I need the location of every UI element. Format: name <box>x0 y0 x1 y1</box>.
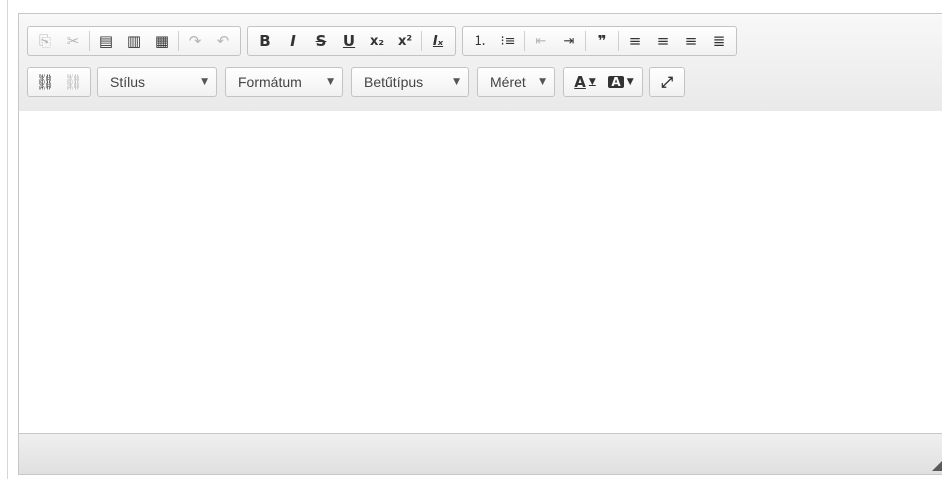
unlink-icon[interactable]: ⛓ <box>60 69 86 95</box>
superscript-icon[interactable]: x² <box>392 28 418 54</box>
outdent-icon[interactable]: ⇤ <box>528 28 554 54</box>
remove-format-icon[interactable]: Iₓ <box>425 28 451 54</box>
maximize-icon[interactable]: ⤢ <box>654 69 680 95</box>
page-divider-line <box>7 0 8 479</box>
underline-icon[interactable]: U <box>336 28 362 54</box>
editor-content-area[interactable] <box>19 111 942 436</box>
format-dropdown-label: Formátum <box>238 74 302 90</box>
font-dropdown[interactable]: Betűtípus ▼ <box>351 67 469 97</box>
numbered-list-icon[interactable]: ⒈ <box>467 28 493 54</box>
editor-bottom-bar <box>19 433 942 474</box>
text-color-icon[interactable]: A ▼ <box>568 69 602 95</box>
links-group: ⛓ ⛓ <box>27 67 91 97</box>
resize-handle-icon[interactable] <box>932 459 942 471</box>
size-dropdown[interactable]: Méret ▼ <box>477 67 555 97</box>
font-dropdown-label: Betűtípus <box>364 74 424 90</box>
toolbar-separator <box>524 31 525 51</box>
chevron-down-icon: ▼ <box>453 77 460 87</box>
toolbar-row-1: ⎘ ✂ ▤ ▥ ▦ ↷ ↶ B I S U x₂ x² Iₓ ⒈ ⁝≡ ⇤ ⇥ … <box>27 26 743 56</box>
justify-icon[interactable]: ≣ <box>706 28 732 54</box>
paste-as-text-icon[interactable]: ▦ <box>149 28 175 54</box>
style-dropdown[interactable]: Stílus ▼ <box>97 67 217 97</box>
cut-icon[interactable]: ✂ <box>60 28 86 54</box>
bold-icon[interactable]: B <box>252 28 278 54</box>
toolbar-separator <box>178 31 179 51</box>
italic-icon[interactable]: I <box>280 28 306 54</box>
toolbar-separator <box>421 31 422 51</box>
size-dropdown-label: Méret <box>490 74 526 90</box>
indent-icon[interactable]: ⇥ <box>556 28 582 54</box>
subscript-icon[interactable]: x₂ <box>364 28 390 54</box>
blockquote-icon[interactable]: ❞ <box>589 28 615 54</box>
toolbar-separator <box>585 31 586 51</box>
rich-text-editor: ⎘ ✂ ▤ ▥ ▦ ↷ ↶ B I S U x₂ x² Iₓ ⒈ ⁝≡ ⇤ ⇥ … <box>18 13 942 475</box>
paste-from-word-icon[interactable]: ▥ <box>121 28 147 54</box>
editor-toolbar: ⎘ ✂ ▤ ▥ ▦ ↷ ↶ B I S U x₂ x² Iₓ ⒈ ⁝≡ ⇤ ⇥ … <box>19 14 942 112</box>
align-right-icon[interactable]: ≡ <box>678 28 704 54</box>
toolbar-separator <box>618 31 619 51</box>
paragraph-group: ⒈ ⁝≡ ⇤ ⇥ ❞ ≡ ≡ ≡ ≣ <box>462 26 737 56</box>
align-center-icon[interactable]: ≡ <box>650 28 676 54</box>
style-dropdown-label: Stílus <box>110 74 146 90</box>
chevron-down-icon: ▼ <box>201 77 208 87</box>
strikethrough-icon[interactable]: S <box>308 28 334 54</box>
tools-group: ⤢ <box>649 67 685 97</box>
chevron-down-icon: ▼ <box>539 77 546 87</box>
bulleted-list-icon[interactable]: ⁝≡ <box>495 28 521 54</box>
redo-icon[interactable]: ↷ <box>182 28 208 54</box>
basic-styles-group: B I S U x₂ x² Iₓ <box>247 26 456 56</box>
copy-icon[interactable]: ⎘ <box>32 28 58 54</box>
background-color-icon[interactable]: A ▼ <box>604 69 638 95</box>
align-left-icon[interactable]: ≡ <box>622 28 648 54</box>
toolbar-row-2: ⛓ ⛓ Stílus ▼ Formátum ▼ Betűtípus ▼ Mére… <box>27 67 691 97</box>
undo-icon[interactable]: ↶ <box>210 28 236 54</box>
toolbar-separator <box>89 31 90 51</box>
colors-group: A ▼ A ▼ <box>563 67 643 97</box>
paste-icon[interactable]: ▤ <box>93 28 119 54</box>
format-dropdown[interactable]: Formátum ▼ <box>225 67 343 97</box>
clipboard-group: ⎘ ✂ ▤ ▥ ▦ ↷ ↶ <box>27 26 241 56</box>
link-icon[interactable]: ⛓ <box>32 69 58 95</box>
chevron-down-icon: ▼ <box>327 77 334 87</box>
